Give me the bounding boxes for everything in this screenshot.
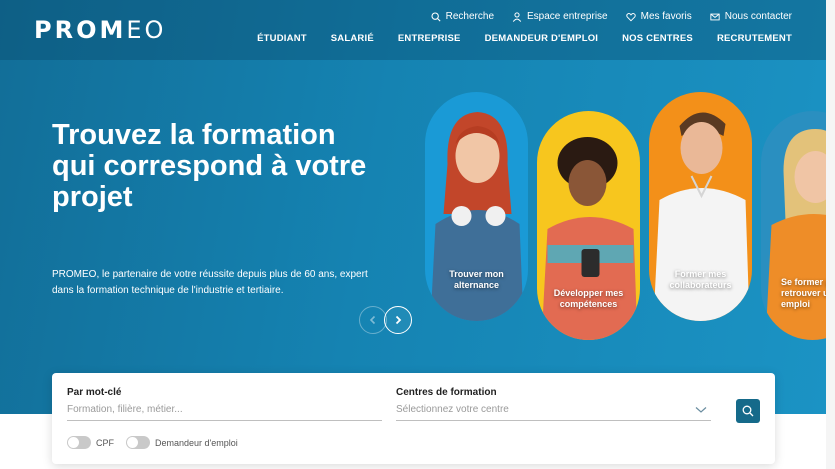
search-icon (742, 405, 754, 417)
utility-nav: Recherche Espace entreprise Mes favoris … (431, 11, 792, 22)
search-button[interactable] (736, 399, 760, 423)
centres-select[interactable]: Sélectionnez votre centre (396, 401, 711, 421)
toggle-switch[interactable] (126, 436, 150, 449)
nav-etudiant[interactable]: ÉTUDIANT (257, 33, 307, 44)
hero-section: PROMEO Recherche Espace entreprise Mes f… (0, 0, 826, 414)
keyword-label: Par mot-clé (67, 387, 122, 398)
chevron-left-icon (369, 315, 376, 325)
nav-salarie[interactable]: SALARIÉ (331, 33, 374, 44)
heart-icon (625, 12, 636, 21)
utility-link-contact[interactable]: Nous contacter (710, 11, 792, 22)
centres-select-value: Sélectionnez votre centre (396, 404, 509, 415)
scrollbar-track[interactable] (826, 0, 835, 469)
mail-icon (710, 13, 720, 20)
centres-label: Centres de formation (396, 387, 497, 398)
carousel-card-competences[interactable]: Développer mes compétences (537, 111, 640, 340)
hero-subtext: PROMEO, le partenaire de votre réussite … (52, 269, 368, 296)
hero-headline: Trouvez la formation qui correspond à vo… (52, 119, 367, 213)
search-icon (431, 11, 441, 22)
carousel-card-alternance[interactable]: Trouver mon alternance (425, 92, 528, 321)
nav-demandeur-emploi[interactable]: DEMANDEUR D'EMPLOI (485, 33, 599, 44)
utility-link-espace-entreprise[interactable]: Espace entreprise (512, 11, 608, 22)
toggle-label: Demandeur d'emploi (155, 437, 238, 448)
site-header: PROMEO Recherche Espace entreprise Mes f… (0, 0, 826, 60)
user-icon (512, 11, 522, 22)
main-nav: ÉTUDIANT SALARIÉ ENTREPRISE DEMANDEUR D'… (257, 33, 792, 44)
card-label: Trouver mon alternance (449, 269, 504, 290)
card-label: Se former pour retrouver un emploi (781, 277, 826, 309)
utility-link-search[interactable]: Recherche (431, 11, 494, 22)
nav-nos-centres[interactable]: NOS CENTRES (622, 33, 693, 44)
utility-link-favoris[interactable]: Mes favoris (625, 11, 692, 22)
card-label: Former mes collaborateurs (669, 269, 732, 290)
nav-recrutement[interactable]: RECRUTEMENT (717, 33, 792, 44)
chevron-down-icon (695, 407, 707, 413)
nav-entreprise[interactable]: ENTREPRISE (398, 33, 461, 44)
toggle-label: CPF (96, 437, 114, 448)
card-label: Développer mes compétences (553, 288, 624, 309)
toggle-knob (127, 437, 138, 448)
carousel-prev-button[interactable] (359, 306, 387, 334)
carousel-card-emploi[interactable]: Se former pour retrouver un emploi (761, 111, 826, 340)
chevron-right-icon (395, 315, 402, 325)
promeo-logo[interactable]: PROMEO (34, 16, 166, 44)
carousel-next-button[interactable] (384, 306, 412, 334)
search-panel: Par mot-clé Formation, filière, métier..… (52, 373, 775, 464)
carousel-card-collaborateurs[interactable]: Former mes collaborateurs (649, 92, 752, 321)
toggle-knob (68, 437, 79, 448)
demandeur-emploi-toggle[interactable]: Demandeur d'emploi (126, 436, 238, 449)
cpf-toggle[interactable]: CPF (67, 436, 114, 449)
toggle-switch[interactable] (67, 436, 91, 449)
keyword-input[interactable]: Formation, filière, métier... (67, 401, 382, 421)
